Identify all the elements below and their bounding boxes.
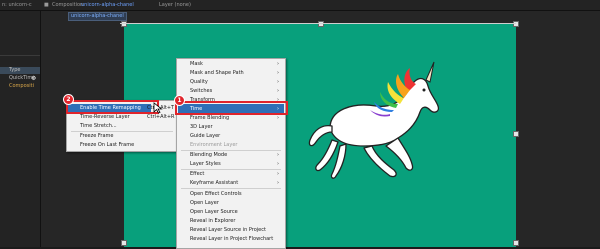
menu-item-open-layer-source[interactable]: Open Layer Source (177, 208, 285, 217)
menu-item-keyframe-assistant[interactable]: Keyframe Assistant › (177, 179, 285, 188)
layer-bound-top (120, 23, 516, 24)
menu-item-effect[interactable]: Effect › (177, 170, 285, 179)
chevron-right-icon: › (277, 61, 279, 67)
menu-item-reveal-layer-source-in-project[interactable]: Reveal Layer Source in Project (177, 226, 285, 235)
menu-item-freeze-on-last-frame[interactable]: Freeze On Last Frame (67, 141, 177, 150)
layer-handle[interactable] (318, 21, 324, 27)
step-badge-2: 2 (63, 94, 74, 105)
annotation-box-enable-time-remapping (66, 100, 159, 114)
comp-tab[interactable]: unicorn-alpha-chanel (68, 12, 127, 21)
chevron-right-icon: › (277, 79, 279, 85)
layer-handle[interactable] (513, 21, 519, 27)
step-badge-1: 1 (174, 95, 185, 106)
menu-item-time-stretch[interactable]: Time Stretch... (67, 122, 177, 131)
mouse-pointer-icon (153, 102, 163, 114)
menu-item-switches[interactable]: Switches › (177, 87, 285, 96)
menu-item-reveal-in-explorer[interactable]: Reveal in Explorer (177, 217, 285, 226)
menu-item-open-effect-controls[interactable]: Open Effect Controls (177, 190, 285, 199)
menu-item-freeze-frame[interactable]: Freeze Frame (67, 132, 177, 141)
menu-item-time-reverse-layer[interactable]: Time-Reverse Layer Ctrl+Alt+R (67, 113, 177, 122)
layer-handle[interactable] (121, 21, 127, 27)
chevron-right-icon: › (277, 88, 279, 94)
menu-item-environment-layer: Environment Layer (190, 142, 238, 148)
menu-item-layer-styles[interactable]: Layer Styles › (177, 160, 285, 169)
menu-item-frame-blending[interactable]: Frame Blending › (177, 114, 285, 123)
annotation-box-time (175, 101, 288, 115)
menu-item-blending-mode[interactable]: Blending Mode › (177, 151, 285, 160)
menu-separator (181, 188, 281, 189)
unicorn-image (308, 61, 440, 179)
menu-item-mask[interactable]: Mask › (177, 60, 285, 69)
lock-icon: ■ (44, 2, 49, 8)
top-panel-bar: n: unicorn-c ■ Composition unicorn-alpha… (0, 0, 600, 11)
project-panel: Type QuickTime Compositi ⚙ (0, 11, 41, 247)
chevron-right-icon: › (277, 115, 279, 121)
menu-item-mask-and-shape-path[interactable]: Mask and Shape Path › (177, 69, 285, 78)
composition-name[interactable]: unicorn-alpha-chanel (81, 0, 134, 10)
layer-panel-tab[interactable]: Layer (none) (159, 0, 191, 10)
chevron-right-icon: › (277, 152, 279, 158)
menu-item-3d-layer[interactable]: 3D Layer (177, 123, 285, 132)
project-title: n: unicorn-c (2, 2, 32, 8)
panel-divider (0, 55, 40, 56)
layer-context-menu: Mask › Mask and Shape Path › Quality › Swit… (176, 58, 286, 249)
composition-panel-label: Composition (52, 2, 84, 8)
list-item[interactable]: Compositi (0, 83, 40, 90)
chevron-right-icon: › (277, 161, 279, 167)
chevron-right-icon: › (277, 70, 279, 76)
list-item[interactable]: Type (0, 67, 40, 74)
layer-handle[interactable] (513, 240, 519, 246)
layer-handle[interactable] (513, 131, 519, 137)
chevron-right-icon: › (277, 171, 279, 177)
menu-item-quality[interactable]: Quality › (177, 78, 285, 87)
menu-item-open-layer[interactable]: Open Layer (177, 199, 285, 208)
layer-handle[interactable] (121, 240, 127, 246)
footage-icon: ⚙ (31, 75, 37, 82)
chevron-right-icon: › (277, 180, 279, 186)
menu-item-reveal-layer-in-project-flowchart[interactable]: Reveal Layer in Project Flowchart (177, 235, 285, 244)
menu-item-guide-layer[interactable]: Guide Layer (177, 132, 285, 141)
